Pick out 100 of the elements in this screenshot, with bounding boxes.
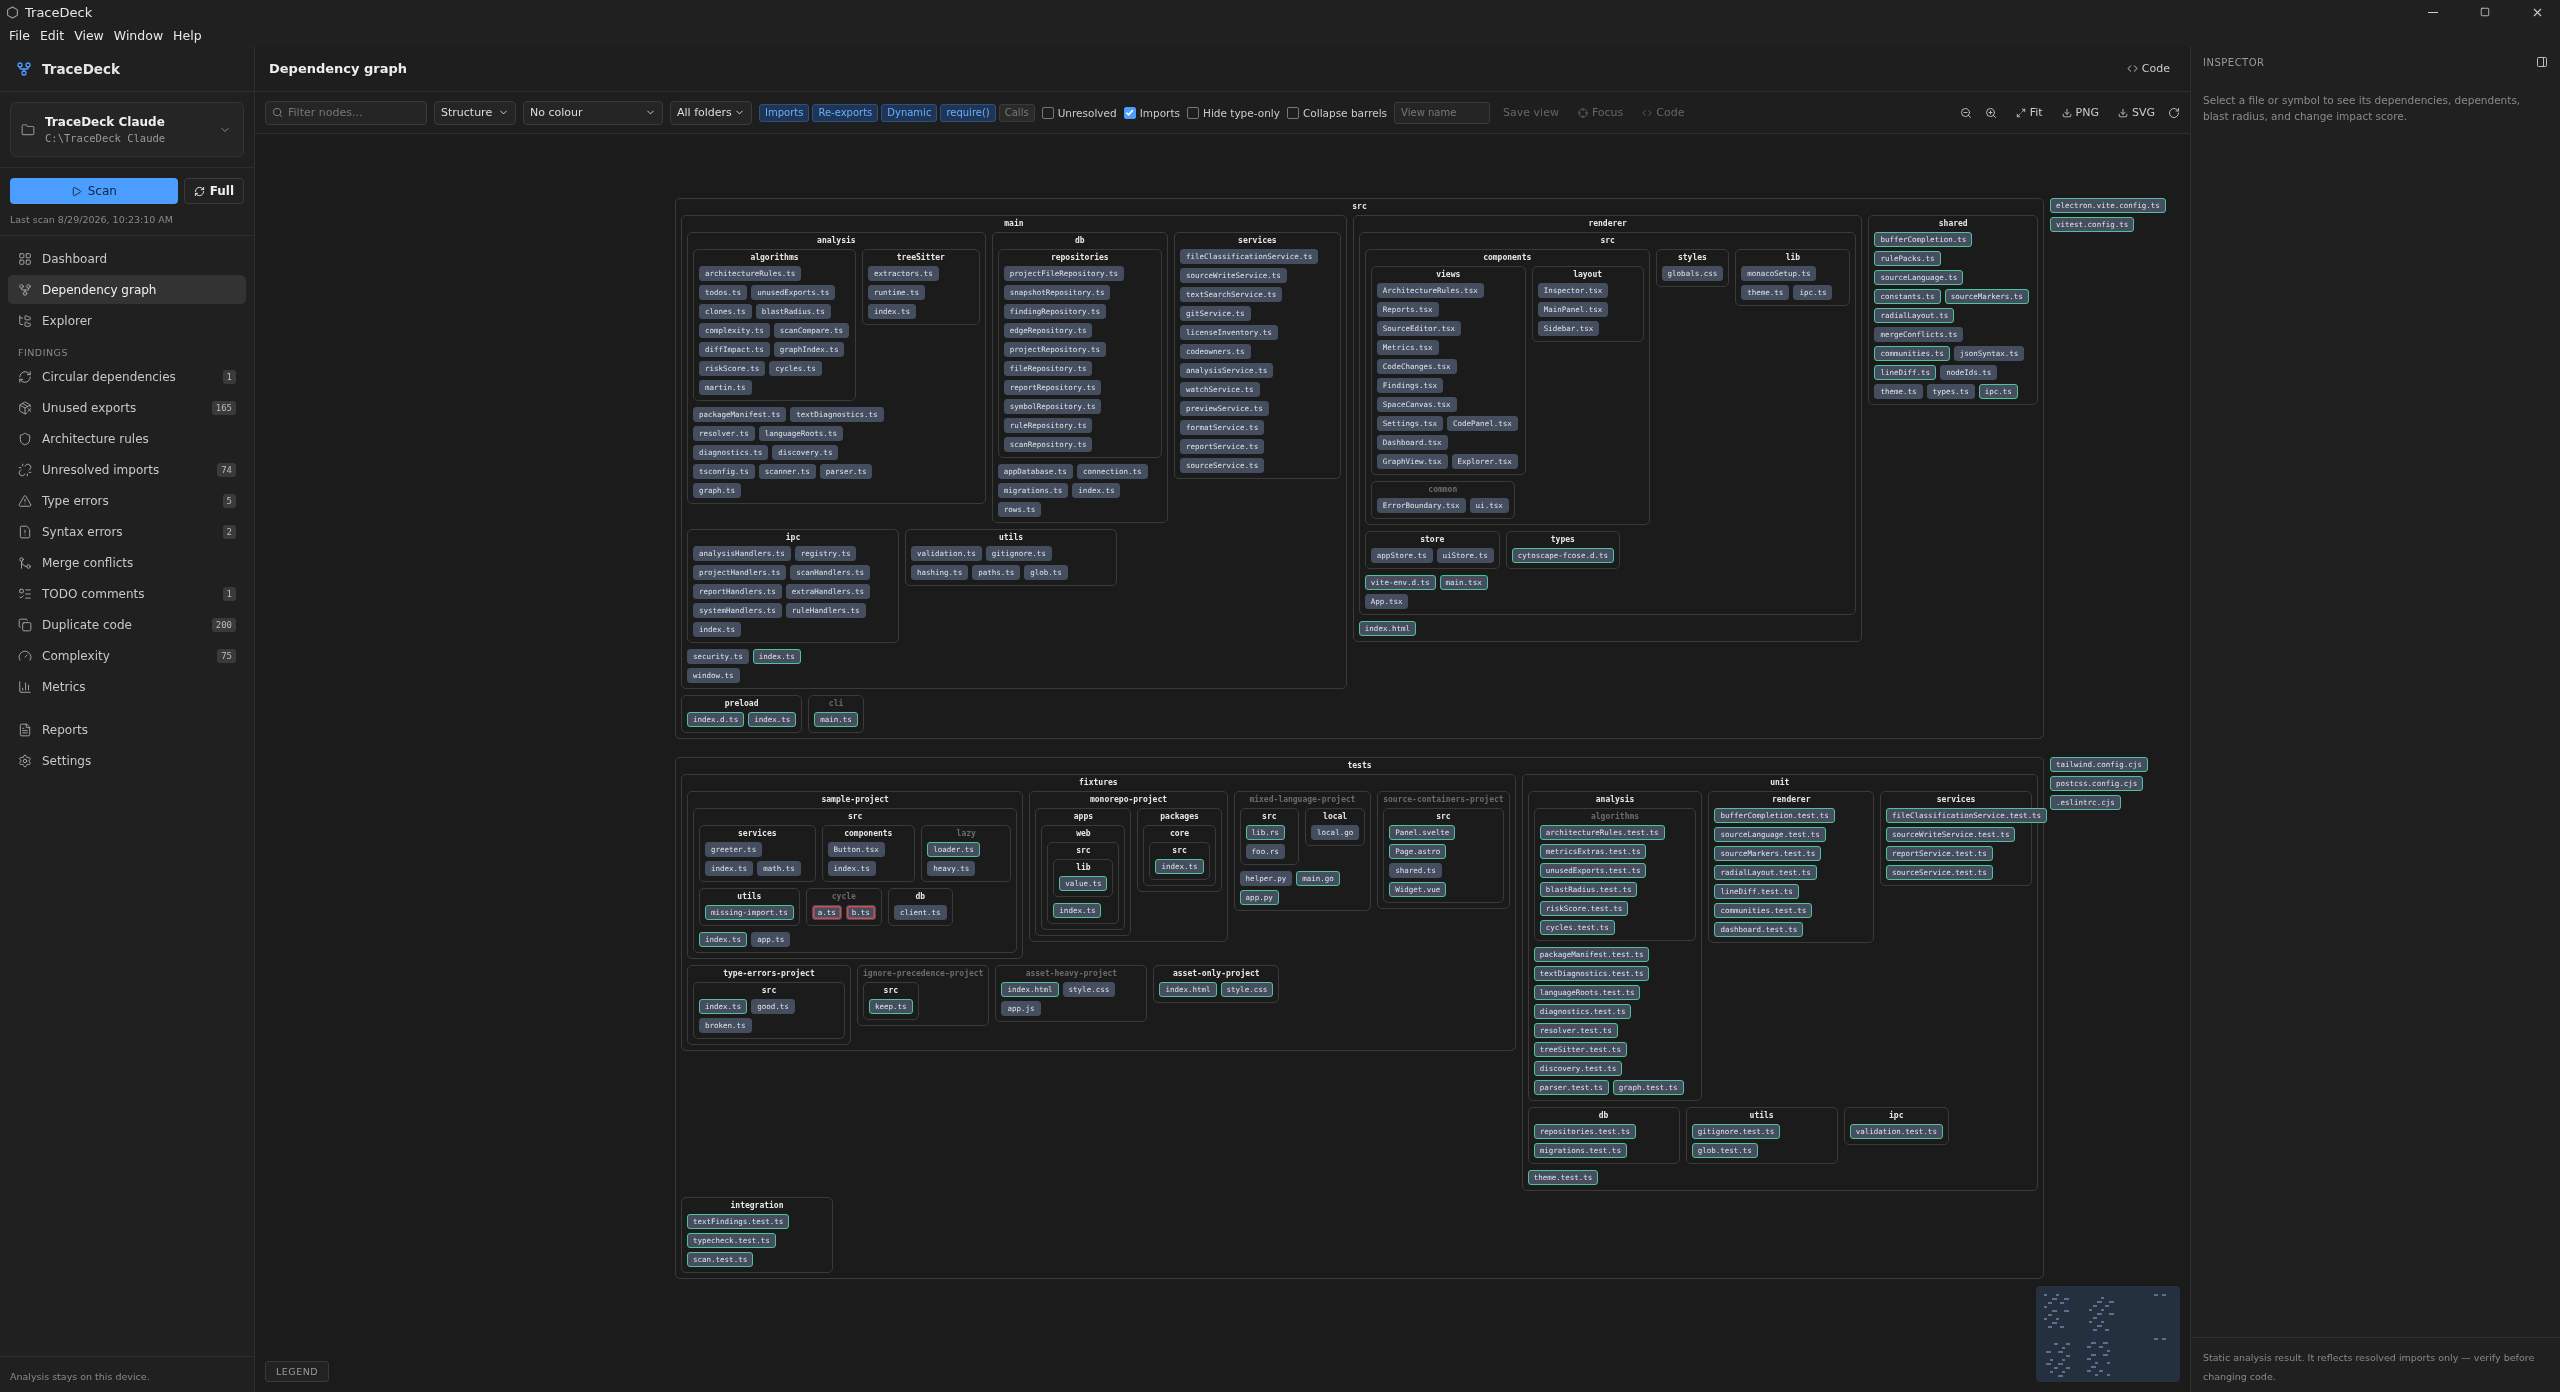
- nav-item[interactable]: Syntax errors 2: [8, 517, 246, 546]
- section-heading: FINDINGS: [17, 346, 69, 360]
- checkbox[interactable]: [1286, 106, 1299, 119]
- folder-label: db: [915, 891, 926, 903]
- menu-item[interactable]: Edit: [34, 27, 70, 43]
- inspector-hint: Select a file or symbol to see its dependencies, dependents, blast radius, and change impact score.: [2203, 93, 2522, 125]
- search-field[interactable]: Filter nodes...: [265, 100, 427, 125]
- folder-label: src: [1600, 235, 1615, 247]
- checkbox-label: Imports: [1139, 106, 1180, 119]
- panel-toggle-icon[interactable]: [2536, 56, 2548, 68]
- nav-icon: [18, 617, 32, 632]
- nav-icon: [18, 369, 32, 384]
- nav-item[interactable]: Unused exports 165: [8, 393, 246, 422]
- nav-item[interactable]: TODO comments 1: [8, 579, 246, 608]
- nav-item[interactable]: Architecture rules: [8, 424, 246, 453]
- crosshair-icon: [1577, 107, 1588, 118]
- menu-item[interactable]: View: [69, 27, 109, 43]
- nav-item[interactable]: Dashboard: [8, 244, 246, 273]
- folder-label: src: [1436, 811, 1451, 823]
- nav-item[interactable]: Circular dependencies 1: [8, 362, 246, 391]
- nav-icon: [18, 400, 32, 415]
- checkbox[interactable]: [1123, 106, 1136, 119]
- nav-icon: [18, 431, 32, 446]
- view-tool-button[interactable]: Fit: [2009, 106, 2049, 119]
- menu-item[interactable]: Window: [108, 27, 169, 43]
- dropdown[interactable]: No colour: [523, 100, 663, 125]
- edge-filter-chip[interactable]: Re-exports: [812, 103, 879, 122]
- legend-button[interactable]: LEGEND: [265, 1361, 330, 1382]
- nav-item[interactable]: Merge conflicts: [8, 548, 246, 577]
- nav-icon: [18, 524, 32, 539]
- code-icon: [2126, 63, 2138, 74]
- nav-item[interactable]: Metrics: [8, 672, 246, 701]
- last-scan-text: Last scan 8/29/2026, 10:23:10 AM: [10, 214, 174, 225]
- nav-icon: [18, 679, 32, 694]
- folder-label: services: [1936, 793, 1976, 806]
- refresh-icon[interactable]: [2168, 106, 2180, 119]
- nav-item[interactable]: Unresolved imports 74: [8, 455, 246, 484]
- edge-filter-chip[interactable]: require(): [940, 103, 996, 122]
- folder-label: store: [1420, 534, 1445, 546]
- folder-icon: [21, 122, 35, 137]
- folder-label: packages: [1160, 811, 1199, 823]
- count-badge: 1: [222, 586, 236, 601]
- count-badge: 5: [222, 493, 236, 508]
- checkbox-label: Hide type-only: [1203, 106, 1280, 119]
- nav-item[interactable]: Explorer: [8, 306, 246, 335]
- folder-label: fixtures: [1079, 776, 1118, 789]
- window-title: TraceDeck: [25, 4, 94, 20]
- folder-label: treeSitter: [896, 251, 945, 264]
- view-tool-button[interactable]: PNG: [2055, 106, 2105, 119]
- folder-label: db: [1074, 235, 1085, 247]
- refresh-icon: [193, 185, 205, 197]
- nav-icon: [18, 462, 32, 477]
- edge-filter-chip[interactable]: Dynamic: [881, 103, 938, 122]
- dropdown[interactable]: Structure: [434, 100, 516, 125]
- folder-label: views: [1436, 268, 1461, 281]
- nav-item[interactable]: Reports: [8, 715, 246, 744]
- scan-button[interactable]: Scan: [10, 178, 178, 204]
- folder-label: src: [1076, 845, 1091, 857]
- nav-item[interactable]: Type errors 5: [8, 486, 246, 515]
- checkbox[interactable]: [1041, 106, 1054, 119]
- count-badge: 1: [222, 369, 236, 384]
- checkbox[interactable]: [1187, 106, 1199, 119]
- count-badge: 2: [222, 524, 236, 539]
- folder-label: db: [1598, 1110, 1609, 1122]
- nav-item[interactable]: Dependency graph: [8, 275, 246, 304]
- folder-label: renderer: [1588, 218, 1627, 230]
- nav-icon: [18, 313, 32, 328]
- zoom-in-icon[interactable]: [1984, 106, 1997, 119]
- menu-item[interactable]: File: [4, 27, 35, 43]
- minimap[interactable]: [2036, 1286, 2180, 1382]
- code-button[interactable]: Code: [2120, 62, 2176, 75]
- nav-icon: [18, 282, 32, 297]
- nav-item[interactable]: Settings: [8, 746, 246, 775]
- folder-label: cli: [828, 697, 844, 710]
- zoom-out-icon[interactable]: [1959, 106, 1972, 119]
- folder-label: shared: [1938, 218, 1968, 230]
- count-badge: 165: [211, 400, 236, 415]
- nav-item[interactable]: Duplicate code 200: [8, 610, 246, 639]
- folder-label: ignore-precedence-project: [863, 967, 984, 980]
- project-selector[interactable]: TraceDeck Claude C:\TraceDeck Claude: [10, 102, 244, 157]
- folder-label: utils: [998, 531, 1024, 544]
- checkmark-icon: [1125, 108, 1135, 117]
- folder-label: ipc: [785, 531, 801, 544]
- nav-item[interactable]: Complexity 75: [8, 641, 246, 670]
- edge-filter-chip[interactable]: Imports: [759, 103, 810, 122]
- count-badge: 75: [217, 648, 236, 663]
- view-name-field[interactable]: View name: [1394, 101, 1491, 124]
- view-tool-button[interactable]: SVG: [2111, 106, 2161, 119]
- inspector-title: INSPECTOR: [2203, 56, 2265, 68]
- folder-label: apps: [1073, 811, 1094, 823]
- logo-icon: [16, 60, 32, 77]
- folder-label: lib: [1785, 251, 1801, 264]
- dropdown[interactable]: All folders: [670, 100, 752, 125]
- folder-label: local: [1323, 811, 1348, 823]
- folder-label: cycle: [831, 891, 856, 903]
- folder-label: algorithms: [1590, 810, 1640, 823]
- folder-label: services: [1238, 234, 1277, 247]
- full-scan-button[interactable]: Full: [183, 178, 244, 204]
- menu-item[interactable]: Help: [168, 27, 207, 43]
- nav-icon: [18, 648, 32, 663]
